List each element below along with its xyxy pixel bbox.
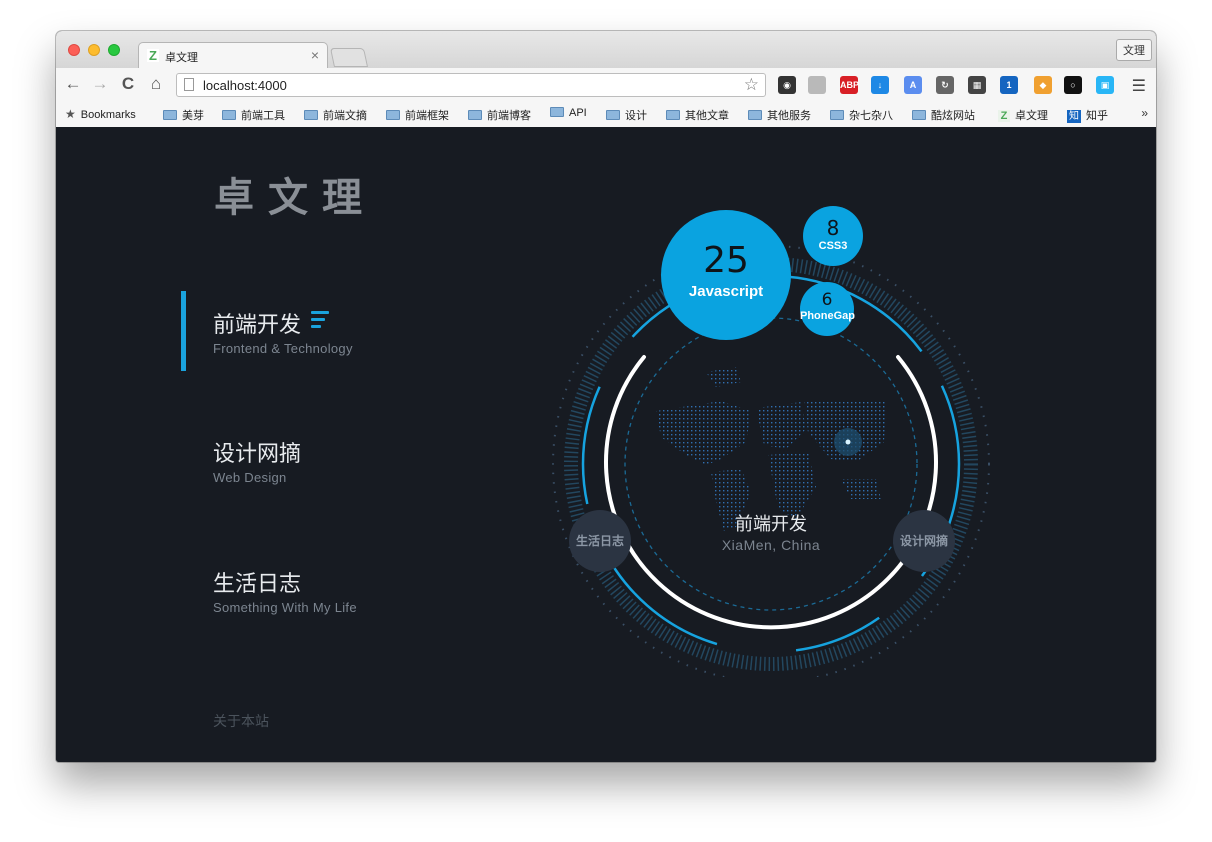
page-icon xyxy=(184,78,194,91)
folder-icon xyxy=(830,110,844,120)
folder-icon xyxy=(163,110,177,120)
nav-item-frontend[interactable]: 前端开发 Frontend & Technology xyxy=(213,307,353,356)
white-arc xyxy=(604,355,938,630)
bookmark-folder[interactable]: 其他文章 xyxy=(666,107,729,123)
bookmarks-label[interactable]: ★ Bookmarks xyxy=(65,107,136,121)
site-title[interactable]: 卓文理 xyxy=(214,165,376,223)
tab-strip: Z 卓文理 × 文理 xyxy=(56,31,1156,69)
tab-title: 卓文理 xyxy=(165,52,198,64)
nav-item-title: 设计网摘 xyxy=(213,441,302,466)
list-icon xyxy=(311,311,330,328)
address-bar[interactable]: localhost:4000 ☆ xyxy=(176,73,766,97)
menu-icon[interactable]: ☰ xyxy=(1132,76,1146,96)
circle-icon[interactable]: ○ xyxy=(1064,76,1082,94)
forward-icon[interactable]: → xyxy=(89,73,111,95)
browser-window: Z 卓文理 × 文理 ← → C ⌂ localhost:4000 ☆ ◉ ABP… xyxy=(56,31,1156,762)
zenmate-icon[interactable]: ◆ xyxy=(1034,76,1052,94)
nav-item-design[interactable]: 设计网摘 Web Design xyxy=(213,436,301,485)
about-link[interactable]: 关于本站 xyxy=(213,711,269,731)
back-icon[interactable]: ← xyxy=(62,73,84,95)
ghost-icon[interactable] xyxy=(808,76,826,94)
center-location: XiaMen, China xyxy=(721,537,821,553)
bookmark-folder[interactable]: 前端框架 xyxy=(386,107,449,123)
color-picker-icon[interactable]: ◉ xyxy=(778,76,796,94)
bookmark-folder[interactable]: 前端博客 xyxy=(468,107,531,123)
bookmark-folder[interactable]: 杂七杂八 xyxy=(830,107,893,123)
close-window-button[interactable] xyxy=(68,44,80,56)
bookmark-folder[interactable]: 酷炫网站 xyxy=(912,107,975,123)
profile-button[interactable]: 文理 xyxy=(1116,39,1152,61)
bookmark-star-icon[interactable]: ☆ xyxy=(744,75,759,95)
nav-item-subtitle: Frontend & Technology xyxy=(213,341,353,356)
adblock-icon[interactable]: ABP xyxy=(840,76,859,94)
folder-icon xyxy=(606,110,620,120)
minimize-window-button[interactable] xyxy=(88,44,100,56)
nav-item-title: 生活日志 xyxy=(213,571,302,596)
notifier-icon[interactable]: 1 xyxy=(1000,76,1018,94)
bookmark-folder[interactable]: 设计 xyxy=(606,107,647,123)
folder-icon xyxy=(748,110,762,120)
reload-icon[interactable]: C xyxy=(117,73,139,95)
browser-toolbar: ← → C ⌂ localhost:4000 ☆ ◉ ABP ↓ A ↻ ▦ 1 ◆ ○ ▣ ☰ xyxy=(56,68,1156,102)
download-icon[interactable]: ↓ xyxy=(871,76,889,94)
folder-icon xyxy=(304,110,318,120)
nav-item-title: 前端开发 xyxy=(213,307,353,339)
screenshot-icon[interactable]: ▣ xyxy=(1096,76,1114,94)
nav-item-subtitle: Something With My Life xyxy=(213,600,357,615)
tag-bubble-css3[interactable]: 8 CSS3 xyxy=(803,206,863,266)
sync-icon[interactable]: ↻ xyxy=(936,76,954,94)
location-marker-icon xyxy=(845,439,851,445)
nav-item-subtitle: Web Design xyxy=(213,470,287,485)
zoom-window-button[interactable] xyxy=(108,44,120,56)
browser-tab[interactable]: Z 卓文理 × xyxy=(138,42,328,69)
star-icon: ★ xyxy=(65,107,76,121)
active-indicator xyxy=(181,291,186,371)
bookmark-site-zhuowenli[interactable]: Z 卓文理 xyxy=(998,107,1048,123)
folder-icon xyxy=(550,107,564,117)
bookmark-folder[interactable]: 前端文摘 xyxy=(304,107,367,123)
bookmark-folder[interactable]: 其他服务 xyxy=(748,107,811,123)
center-title: 前端开发 xyxy=(735,514,807,534)
translate-icon[interactable]: A xyxy=(904,76,922,94)
qr-code-icon[interactable]: ▦ xyxy=(968,76,986,94)
folder-icon xyxy=(222,110,236,120)
bookmark-folder[interactable]: 美芽 xyxy=(163,107,204,123)
new-tab-button[interactable] xyxy=(329,48,369,67)
tag-visualization: 25 Javascript 8 CSS3 6 PhoneGap 生活日志 设计网… xyxy=(546,197,996,677)
folder-icon xyxy=(666,110,680,120)
more-bookmarks-icon[interactable]: » xyxy=(1141,106,1148,120)
site-favicon-icon: Z xyxy=(147,49,159,62)
tag-bubble-phonegap[interactable]: 6 PhoneGap xyxy=(800,282,855,336)
url-text[interactable]: localhost:4000 xyxy=(203,78,287,93)
folder-icon xyxy=(912,110,926,120)
bookmark-folder[interactable]: 前端工具 xyxy=(222,107,285,123)
bookmark-site-zhihu[interactable]: 知知乎 xyxy=(1067,107,1108,123)
home-icon[interactable]: ⌂ xyxy=(145,73,167,95)
site-favicon-icon: Z xyxy=(998,110,1010,122)
page-content: 卓文理 前端开发 Frontend & Technology 设计网摘 Web … xyxy=(56,127,1156,762)
zhihu-icon: 知 xyxy=(1067,110,1081,123)
nav-item-life[interactable]: 生活日志 Something With My Life xyxy=(213,566,357,615)
bookmarks-bar: ★ Bookmarks 美芽 前端工具 前端文摘 前端框架 前端博客 API 设计 其他文章 其他… xyxy=(56,101,1156,128)
folder-icon xyxy=(386,110,400,120)
bookmark-folder[interactable]: API xyxy=(550,107,587,119)
tab-close-icon[interactable]: × xyxy=(311,47,319,63)
tag-bubble-javascript[interactable]: 25 Javascript xyxy=(661,210,791,340)
folder-icon xyxy=(468,110,482,120)
